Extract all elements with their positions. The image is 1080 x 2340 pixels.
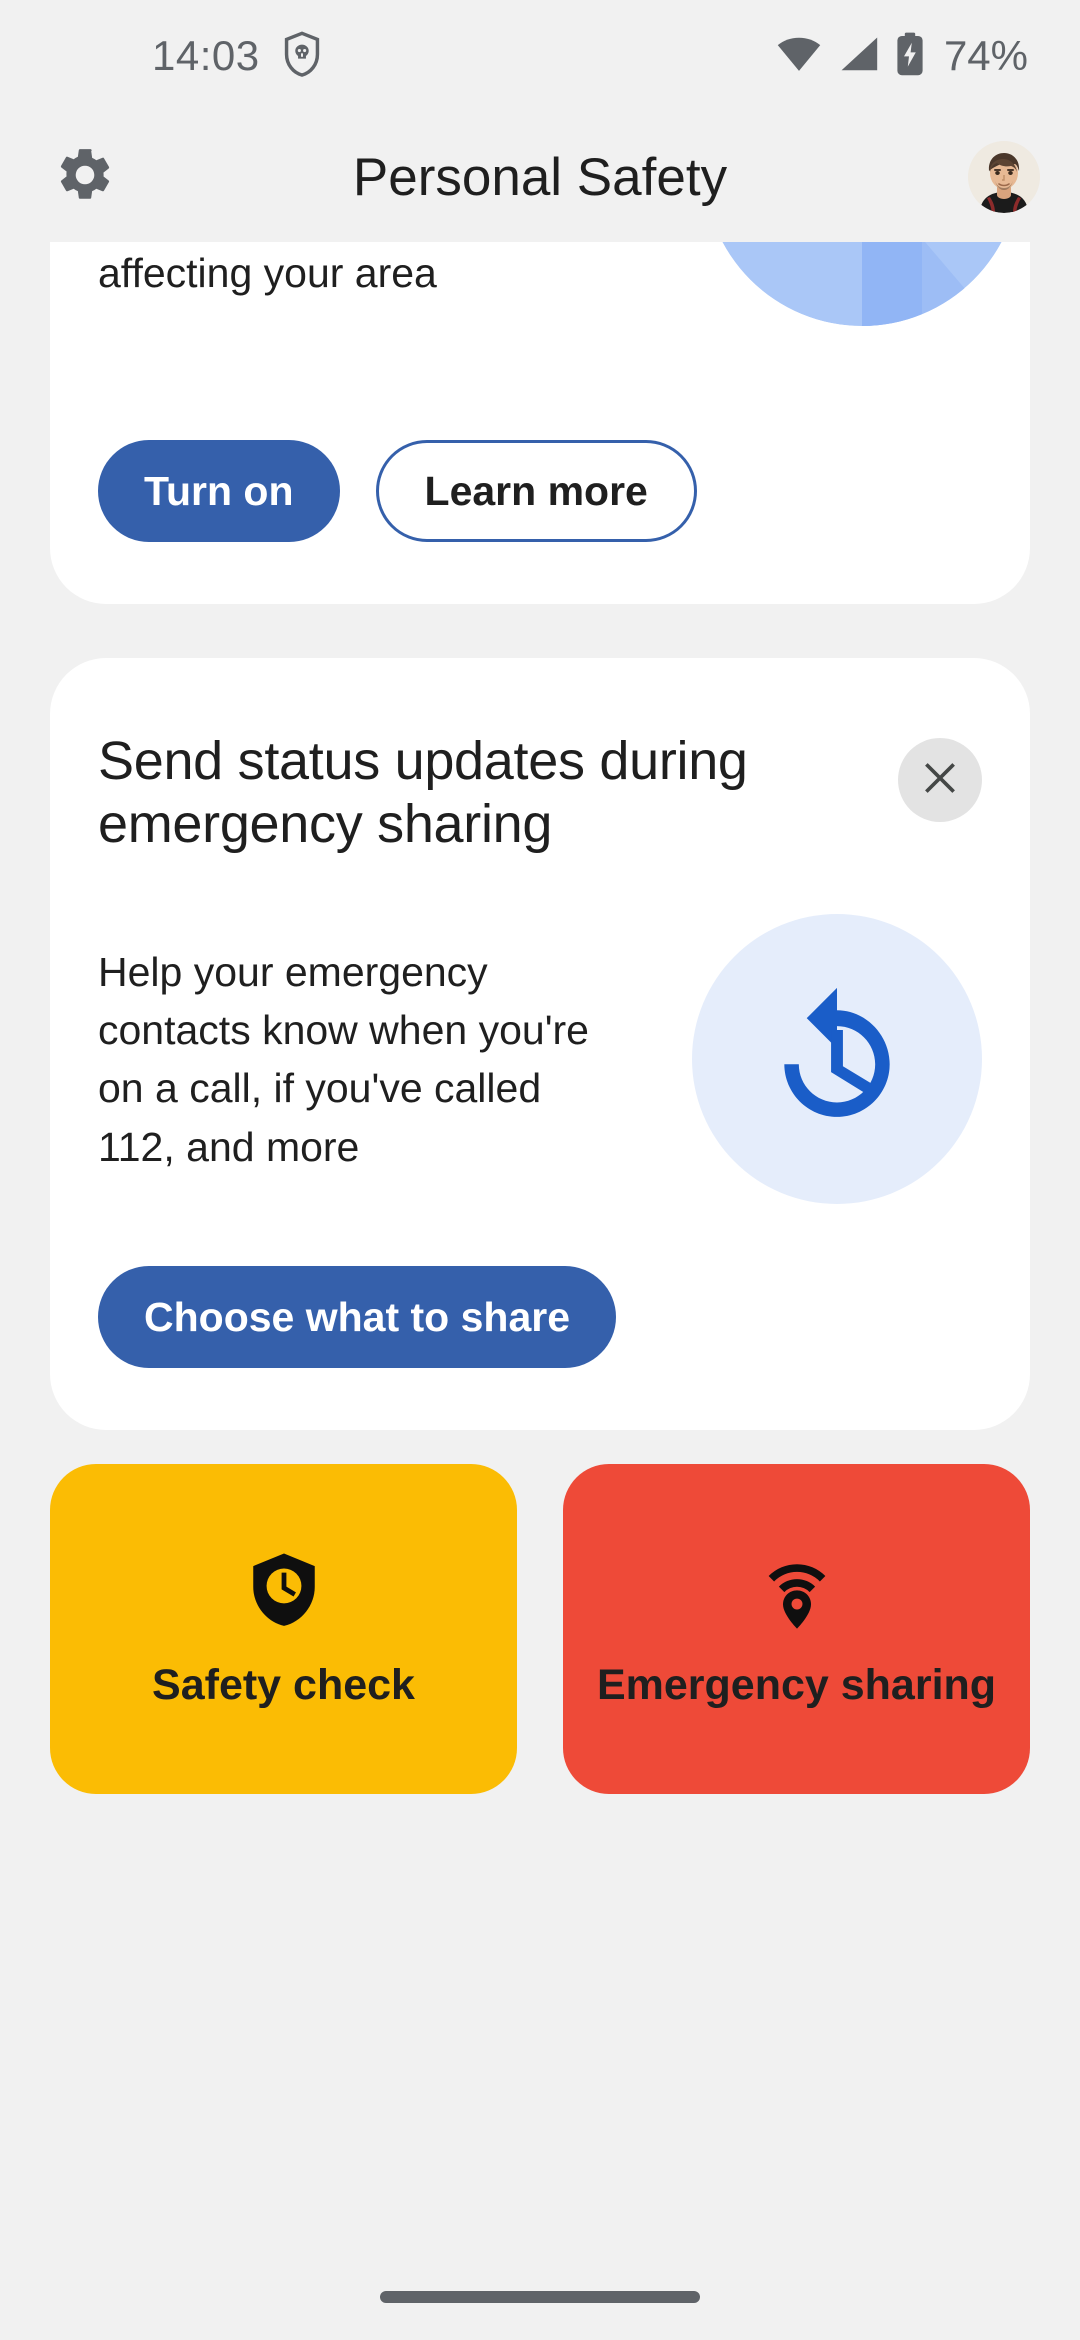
- status-bar-clock: 14:03: [152, 32, 260, 79]
- quick-action-tiles: Safety check Emergency sharing: [50, 1464, 1030, 1795]
- status-updates-header: Send status updates during emergency sha…: [98, 730, 982, 856]
- avatar[interactable]: [968, 141, 1040, 213]
- page-title: Personal Safety: [352, 147, 728, 207]
- emergency-sharing-tile[interactable]: Emergency sharing: [563, 1464, 1030, 1795]
- safety-check-tile[interactable]: Safety check: [50, 1464, 517, 1795]
- location-broadcast-icon: [756, 1548, 838, 1635]
- wifi-icon: [776, 36, 822, 77]
- learn-more-button[interactable]: Learn more: [375, 440, 697, 542]
- battery-charging-icon: [896, 32, 924, 81]
- battery-percentage: 74%: [943, 32, 1028, 79]
- gesture-home-handle[interactable]: [380, 2291, 700, 2303]
- update-clock-icon: [692, 914, 982, 1205]
- crisis-alerts-illustration: [704, 242, 1020, 326]
- crisis-alerts-card[interactable]: affecting your area Turn on Learn more: [50, 242, 1030, 604]
- phone-screen: 14:03 74% Personal Safety affecting your…: [0, 0, 1080, 2340]
- status-bar: 14:03 74%: [0, 0, 1080, 112]
- crisis-alerts-actions: Turn on Learn more: [98, 440, 697, 542]
- app-bar: Personal Safety: [0, 112, 1080, 242]
- shield-clock-icon: [243, 1548, 325, 1635]
- crisis-alerts-text: affecting your area: [98, 250, 437, 296]
- status-updates-description: Help your emergency contacts know when y…: [98, 948, 589, 1170]
- gear-icon: [54, 144, 116, 211]
- dismiss-card-button[interactable]: [898, 738, 982, 822]
- close-icon: [921, 759, 959, 802]
- cellular-signal-icon: [838, 36, 880, 77]
- gesture-nav-bar: [0, 2254, 1080, 2340]
- choose-what-to-share-button[interactable]: Choose what to share: [98, 1266, 617, 1369]
- status-bar-left: 14:03: [152, 30, 322, 82]
- status-bar-right: 74%: [776, 32, 1028, 81]
- settings-button[interactable]: [40, 132, 130, 222]
- shield-skull-icon: [282, 30, 322, 82]
- status-updates-card[interactable]: Send status updates during emergency sha…: [50, 658, 1030, 1431]
- status-updates-body: Help your emergency contacts know when y…: [98, 914, 982, 1205]
- scroll-content[interactable]: affecting your area Turn on Learn more S…: [0, 242, 1080, 2254]
- status-updates-title: Send status updates during emergency sha…: [98, 731, 748, 855]
- safety-check-label: Safety check: [152, 1661, 415, 1710]
- emergency-sharing-label: Emergency sharing: [596, 1661, 997, 1710]
- status-updates-actions: Choose what to share: [98, 1266, 982, 1369]
- turn-on-button[interactable]: Turn on: [98, 440, 340, 542]
